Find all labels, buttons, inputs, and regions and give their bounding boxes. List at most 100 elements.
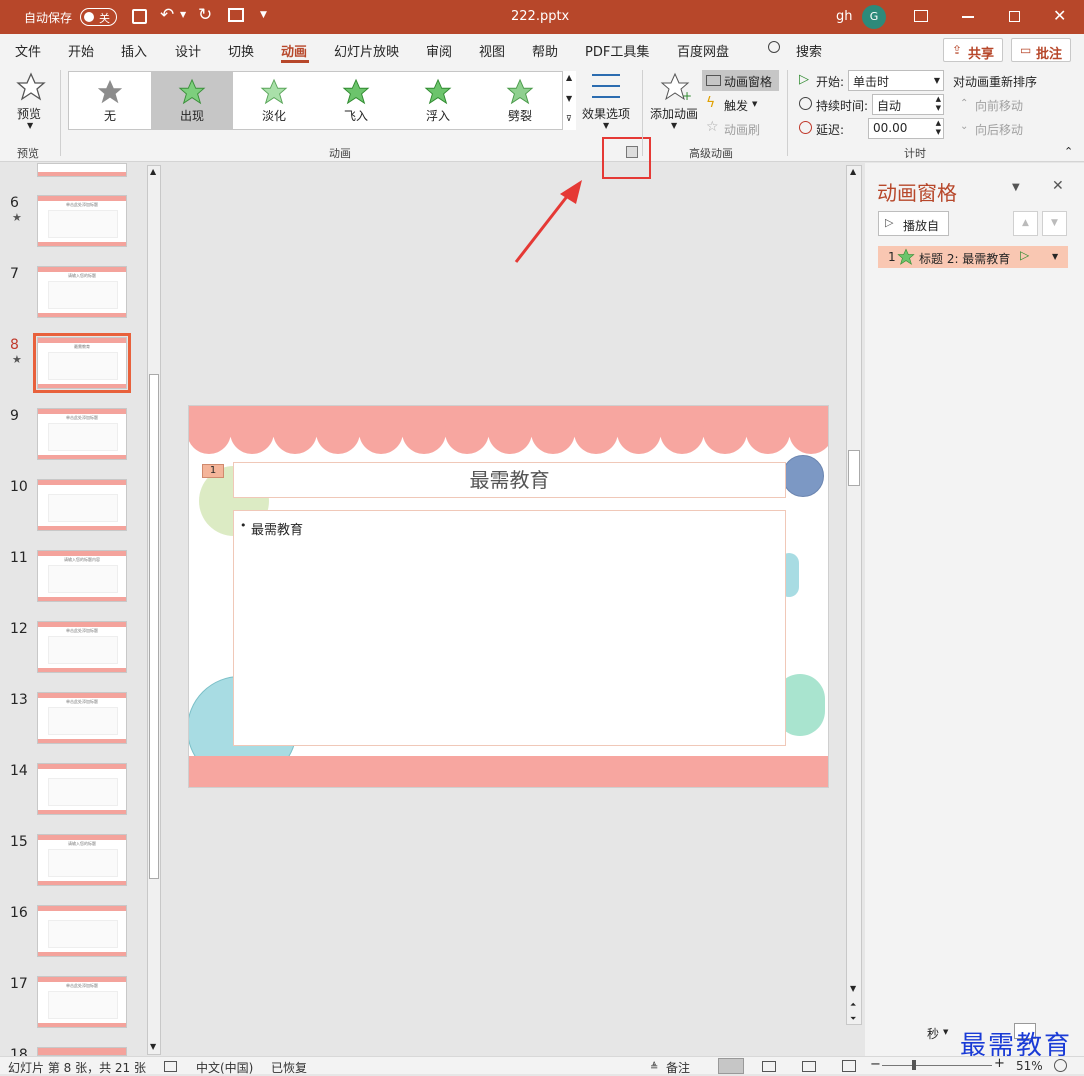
spinner-icon[interactable]: ▲ ▼: [936, 119, 941, 137]
share-button[interactable]: ⇪ 共享: [943, 38, 1003, 62]
normal-view-icon[interactable]: [718, 1058, 744, 1074]
scroll-up-icon[interactable]: ▲: [150, 167, 156, 176]
slide-thumbnail[interactable]: 最需教育: [33, 333, 131, 393]
zoom-level[interactable]: 51%: [1016, 1059, 1043, 1073]
customize-toolbar-icon[interactable]: ▼: [260, 10, 267, 20]
scroll-up-icon[interactable]: ▲: [850, 167, 856, 176]
trigger-button[interactable]: ϟ 触发 ▼: [706, 95, 766, 115]
tab-home[interactable]: 开始: [68, 41, 94, 60]
slide-thumbnail[interactable]: 请输入您的标题内容: [37, 550, 127, 602]
effect-options-button[interactable]: 效果选项 ▼: [580, 72, 634, 134]
gallery-item-fade[interactable]: 淡化: [233, 72, 315, 129]
redo-icon[interactable]: ↻: [198, 5, 212, 25]
tab-animations[interactable]: 动画: [281, 41, 307, 60]
scroll-down-icon[interactable]: ▼: [850, 984, 856, 993]
editor-scrollbar[interactable]: ▲ ▼ ⏶ ⏷: [846, 165, 862, 1025]
tab-design[interactable]: 设计: [175, 41, 201, 60]
duration-input[interactable]: 自动 ▲ ▼: [872, 94, 944, 115]
user-name[interactable]: gh: [836, 9, 853, 24]
autosave-toggle[interactable]: 关: [80, 8, 117, 26]
ribbon-display-icon[interactable]: [914, 10, 928, 22]
slide-thumbnail[interactable]: [37, 1047, 127, 1056]
tab-help[interactable]: 帮助: [532, 41, 558, 60]
prev-slide-icon[interactable]: ⏶: [850, 1000, 856, 1010]
undo-icon[interactable]: ↶: [160, 5, 174, 25]
zoom-slider[interactable]: [882, 1060, 992, 1070]
preview-button[interactable]: 预览 ▼: [10, 72, 52, 134]
tab-pdf-tools[interactable]: PDF工具集: [585, 41, 649, 60]
slide-thumbnail[interactable]: 请输入您的标题: [37, 834, 127, 886]
slide-thumbnail[interactable]: 单击此处添加标题: [37, 408, 127, 460]
next-slide-icon[interactable]: ⏷: [850, 1014, 856, 1024]
gallery-item-appear[interactable]: 出现: [151, 72, 233, 129]
language-status[interactable]: 中文(中国): [196, 1059, 253, 1076]
tab-baidu-netdisk[interactable]: 百度网盘: [677, 41, 729, 60]
move-down-button[interactable]: ▼: [1042, 211, 1067, 236]
pane-options-icon[interactable]: ▼: [1012, 182, 1020, 193]
gallery-item-fly-in[interactable]: 飞入: [315, 72, 397, 129]
slide-sorter-icon[interactable]: [762, 1061, 776, 1072]
zoom-out-icon[interactable]: −: [870, 1057, 881, 1072]
gallery-item-none[interactable]: 无: [69, 72, 151, 129]
title-placeholder[interactable]: 最需教育: [233, 462, 786, 498]
search-icon[interactable]: [768, 41, 780, 53]
scroll-down-icon[interactable]: ▼: [150, 1042, 156, 1051]
slide-canvas[interactable]: 1 最需教育 • 最需教育: [188, 405, 829, 788]
minimize-icon[interactable]: [962, 16, 974, 18]
close-icon[interactable]: ✕: [1053, 6, 1066, 25]
animation-pane-button[interactable]: 动画窗格: [702, 70, 779, 91]
notes-button[interactable]: 备注: [666, 1059, 690, 1076]
comments-button[interactable]: ▭ 批注: [1011, 38, 1071, 62]
zoom-in-icon[interactable]: +: [994, 1056, 1005, 1071]
thumbnail-scrollbar[interactable]: ▲ ▼: [147, 165, 161, 1055]
slideshow-icon[interactable]: [842, 1060, 856, 1072]
gallery-up-icon[interactable]: ▲: [566, 73, 572, 82]
move-later-button[interactable]: 向后移动: [975, 121, 1023, 138]
tab-transitions[interactable]: 切换: [228, 41, 254, 60]
slide-thumbnail[interactable]: 请输入您的标题: [37, 266, 127, 318]
animation-order-tag[interactable]: 1: [202, 464, 224, 478]
tab-insert[interactable]: 插入: [121, 41, 147, 60]
save-icon[interactable]: [132, 9, 147, 24]
spinner-icon[interactable]: ▲ ▼: [936, 95, 941, 113]
tab-slideshow[interactable]: 幻灯片放映: [334, 41, 399, 60]
scroll-thumb[interactable]: [149, 374, 159, 879]
close-pane-icon[interactable]: ✕: [1052, 178, 1064, 194]
presentation-icon[interactable]: [228, 8, 244, 22]
slide-thumbnail[interactable]: [37, 905, 127, 957]
undo-dropdown-icon[interactable]: ▼: [180, 10, 186, 19]
chevron-down-icon[interactable]: ▼: [1052, 252, 1058, 261]
delay-input[interactable]: 00.00 ▲ ▼: [868, 118, 944, 139]
slide-thumbnail[interactable]: 单击此处添加标题: [37, 692, 127, 744]
slide-thumbnail[interactable]: [37, 763, 127, 815]
tab-review[interactable]: 审阅: [426, 41, 452, 60]
reading-view-icon[interactable]: [802, 1061, 816, 1072]
gallery-down-icon[interactable]: ▼: [566, 94, 572, 103]
slide-thumbnail-partial[interactable]: [37, 163, 127, 177]
slide-thumbnail[interactable]: 单击此处添加标题: [37, 976, 127, 1028]
tab-view[interactable]: 视图: [479, 41, 505, 60]
tab-file[interactable]: 文件: [15, 41, 41, 60]
slide-thumbnail[interactable]: [37, 479, 127, 531]
gallery-item-split[interactable]: 劈裂: [479, 72, 561, 129]
move-up-button[interactable]: ▲: [1013, 211, 1038, 236]
move-earlier-button[interactable]: 向前移动: [975, 97, 1023, 114]
avatar[interactable]: G: [862, 5, 886, 29]
animation-list-item[interactable]: 1 标题 2: 最需教育 ▷ ▼: [878, 246, 1068, 268]
start-select[interactable]: 单击时 ▼: [848, 70, 944, 91]
fit-slide-icon[interactable]: [1054, 1059, 1067, 1072]
zoom-thumb[interactable]: [912, 1060, 916, 1070]
book-icon[interactable]: [164, 1061, 177, 1072]
slide-thumbnail[interactable]: 单击此处添加标题: [37, 621, 127, 673]
collapse-ribbon-icon[interactable]: ⌃: [1064, 145, 1073, 158]
add-animation-button[interactable]: + 添加动画 ▼: [648, 72, 702, 134]
play-from-button[interactable]: ▷ 播放自: [878, 211, 949, 236]
search-box[interactable]: 搜索: [796, 41, 822, 60]
scroll-thumb[interactable]: [848, 450, 860, 486]
gallery-more-icon[interactable]: ⊽: [566, 114, 572, 123]
maximize-icon[interactable]: [1009, 11, 1020, 22]
chevron-down-icon[interactable]: ▼: [943, 1028, 948, 1036]
gallery-item-float-in[interactable]: 浮入: [397, 72, 479, 129]
content-placeholder[interactable]: • 最需教育: [233, 510, 786, 746]
slide-thumbnail[interactable]: 单击此处添加标题: [37, 195, 127, 247]
